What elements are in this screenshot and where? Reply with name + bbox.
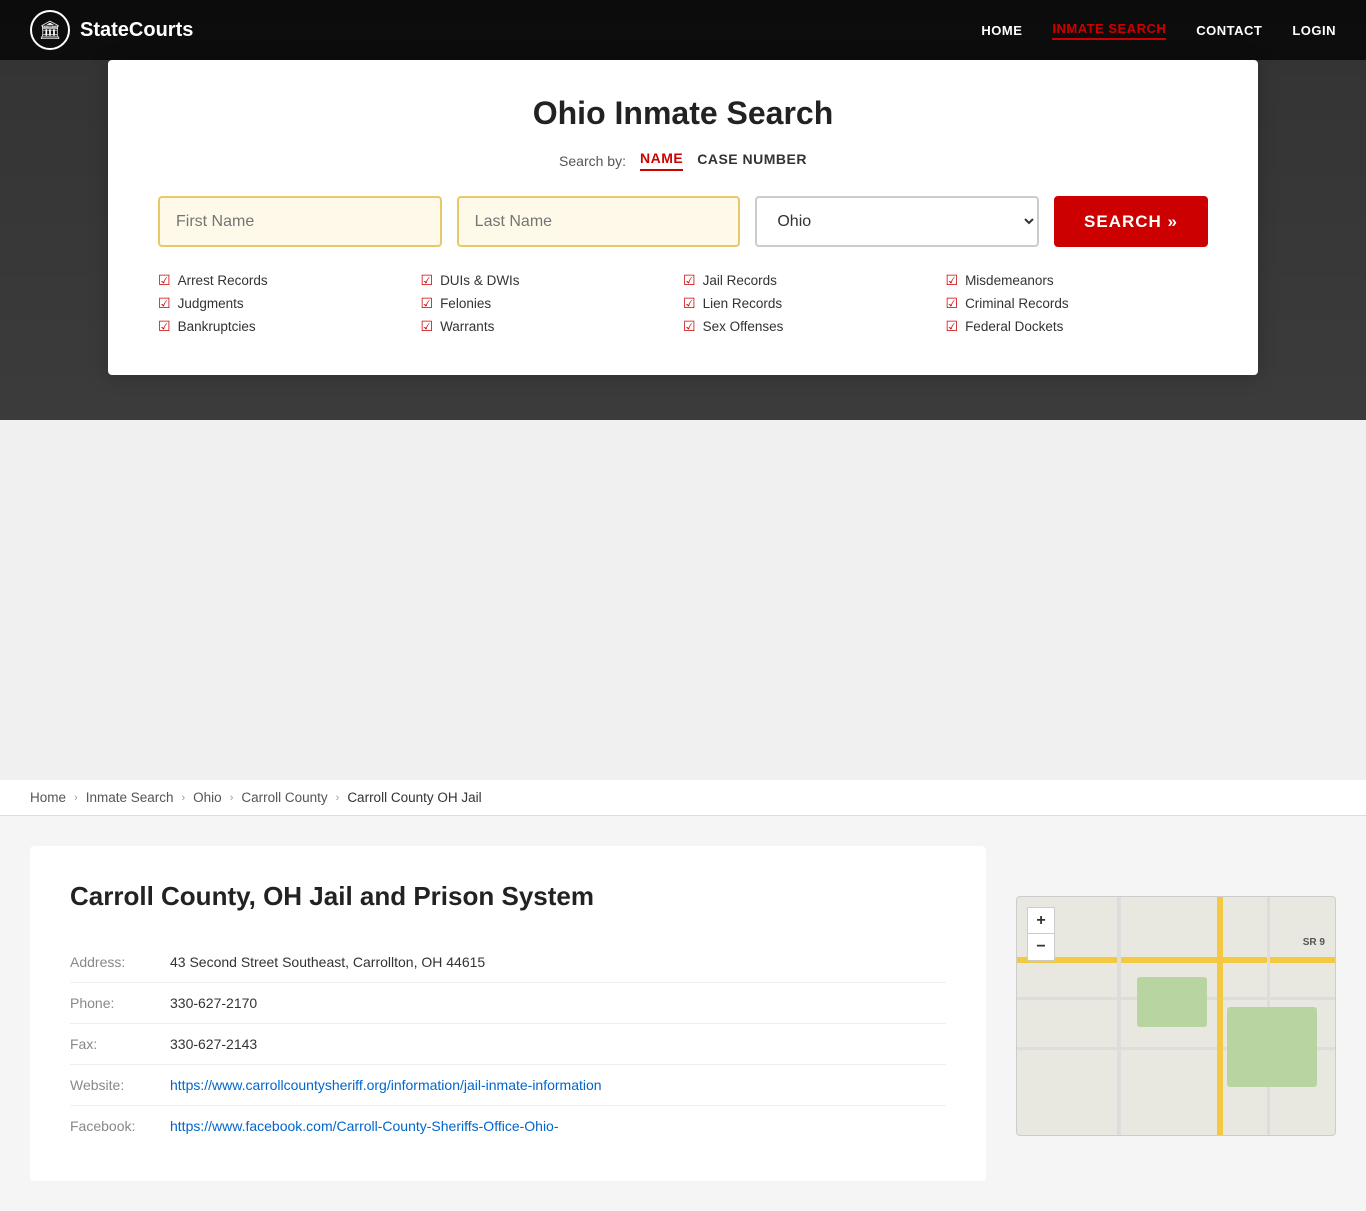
checkbox-label: Lien Records <box>703 296 783 311</box>
table-row: Address: 43 Second Street Southeast, Car… <box>70 942 946 983</box>
search-card: Ohio Inmate Search Search by: NAME CASE … <box>108 60 1258 375</box>
hero-background: COURTHOUSE Ohio Inmate Search Search by:… <box>0 0 1366 420</box>
website-link[interactable]: https://www.carrollcountysheriff.org/inf… <box>170 1077 602 1093</box>
fax-label: Fax: <box>70 1024 170 1065</box>
check-icon: ☑ <box>683 318 696 335</box>
checkbox-federal-dockets: ☑ Federal Dockets <box>946 318 1209 335</box>
state-select[interactable]: Ohio Alabama Alaska Arizona <box>755 196 1039 247</box>
checkbox-label: Jail Records <box>703 273 777 288</box>
zoom-out-button[interactable]: − <box>1028 934 1054 960</box>
search-by-label: Search by: <box>559 153 626 169</box>
breadcrumb-carroll-county[interactable]: Carroll County <box>241 790 327 805</box>
checkbox-sex-offenses: ☑ Sex Offenses <box>683 318 946 335</box>
check-icon: ☑ <box>683 295 696 312</box>
logo[interactable]: 🏛 StateCourts <box>30 10 193 50</box>
sr9-label: SR 9 <box>1303 937 1325 948</box>
content-title: Carroll County, OH Jail and Prison Syste… <box>70 881 946 912</box>
website-value: https://www.carrollcountysheriff.org/inf… <box>170 1065 946 1106</box>
check-icon: ☑ <box>421 318 434 335</box>
checkbox-misdemeanors: ☑ Misdemeanors <box>946 272 1209 289</box>
checkbox-warrants: ☑ Warrants <box>421 318 684 335</box>
checkboxes-grid: ☑ Arrest Records ☑ DUIs & DWIs ☑ Jail Re… <box>158 272 1208 335</box>
map-visual: SR 9 <box>1017 897 1335 1135</box>
facebook-value: https://www.facebook.com/Carroll-County-… <box>170 1106 946 1147</box>
check-icon: ☑ <box>158 318 171 335</box>
first-name-input[interactable] <box>158 196 442 247</box>
checkbox-jail-records: ☑ Jail Records <box>683 272 946 289</box>
zoom-in-button[interactable]: + <box>1028 908 1054 934</box>
logo-icon: 🏛 <box>30 10 70 50</box>
breadcrumb-sep: › <box>336 792 340 804</box>
breadcrumb-sep: › <box>230 792 234 804</box>
checkbox-criminal-records: ☑ Criminal Records <box>946 295 1209 312</box>
table-row: Facebook: https://www.facebook.com/Carro… <box>70 1106 946 1147</box>
phone-value: 330-627-2170 <box>170 983 946 1024</box>
breadcrumb-current: Carroll County OH Jail <box>347 790 481 805</box>
nav-login[interactable]: LOGIN <box>1292 23 1336 38</box>
breadcrumb-inmate-search[interactable]: Inmate Search <box>86 790 174 805</box>
nav-contact[interactable]: CONTACT <box>1196 23 1262 38</box>
checkbox-duis-dwis: ☑ DUIs & DWIs <box>421 272 684 289</box>
address-label: Address: <box>70 942 170 983</box>
content-card: Carroll County, OH Jail and Prison Syste… <box>30 846 986 1181</box>
checkbox-label: Judgments <box>178 296 244 311</box>
check-icon: ☑ <box>421 272 434 289</box>
checkbox-bankruptcies: ☑ Bankruptcies <box>158 318 421 335</box>
checkbox-label: Misdemeanors <box>965 273 1054 288</box>
checkbox-label: Federal Dockets <box>965 319 1063 334</box>
facebook-link[interactable]: https://www.facebook.com/Carroll-County-… <box>170 1118 559 1134</box>
checkbox-label: Sex Offenses <box>703 319 784 334</box>
logo-text: StateCourts <box>80 19 193 42</box>
check-icon: ☑ <box>946 318 959 335</box>
header: 🏛 StateCourts HOME INMATE SEARCH CONTACT… <box>0 0 1366 60</box>
nav-inmate-search[interactable]: INMATE SEARCH <box>1052 21 1166 40</box>
phone-label: Phone: <box>70 983 170 1024</box>
breadcrumb-sep: › <box>181 792 185 804</box>
fax-value: 330-627-2143 <box>170 1024 946 1065</box>
website-label: Website: <box>70 1065 170 1106</box>
check-icon: ☑ <box>421 295 434 312</box>
map-zoom-controls: + − <box>1027 907 1055 961</box>
search-fields: Ohio Alabama Alaska Arizona SEARCH » <box>158 196 1208 247</box>
breadcrumb-ohio[interactable]: Ohio <box>193 790 222 805</box>
checkbox-label: Bankruptcies <box>178 319 256 334</box>
search-title: Ohio Inmate Search <box>158 95 1208 132</box>
checkbox-label: Felonies <box>440 296 491 311</box>
check-icon: ☑ <box>946 272 959 289</box>
facebook-label: Facebook: <box>70 1106 170 1147</box>
nav: HOME INMATE SEARCH CONTACT LOGIN <box>981 21 1336 40</box>
checkbox-label: Warrants <box>440 319 494 334</box>
check-icon: ☑ <box>158 272 171 289</box>
checkbox-label: Criminal Records <box>965 296 1069 311</box>
checkbox-felonies: ☑ Felonies <box>421 295 684 312</box>
search-button[interactable]: SEARCH » <box>1054 196 1208 247</box>
breadcrumb-sep: › <box>74 792 78 804</box>
checkbox-label: DUIs & DWIs <box>440 273 520 288</box>
tab-case-number[interactable]: CASE NUMBER <box>697 151 807 170</box>
info-table: Address: 43 Second Street Southeast, Car… <box>70 942 946 1146</box>
map-container: + − SR 9 <box>1016 896 1336 1136</box>
table-row: Phone: 330-627-2170 <box>70 983 946 1024</box>
check-icon: ☑ <box>683 272 696 289</box>
last-name-input[interactable] <box>457 196 741 247</box>
address-value: 43 Second Street Southeast, Carrollton, … <box>170 942 946 983</box>
breadcrumb: Home › Inmate Search › Ohio › Carroll Co… <box>0 780 1366 816</box>
checkbox-arrest-records: ☑ Arrest Records <box>158 272 421 289</box>
table-row: Website: https://www.carrollcountysherif… <box>70 1065 946 1106</box>
breadcrumb-home[interactable]: Home <box>30 790 66 805</box>
check-icon: ☑ <box>158 295 171 312</box>
main-content: Carroll County, OH Jail and Prison Syste… <box>0 816 1366 1211</box>
checkbox-lien-records: ☑ Lien Records <box>683 295 946 312</box>
search-by-row: Search by: NAME CASE NUMBER <box>158 150 1208 171</box>
check-icon: ☑ <box>946 295 959 312</box>
nav-home[interactable]: HOME <box>981 23 1022 38</box>
tab-name[interactable]: NAME <box>640 150 683 171</box>
checkbox-label: Arrest Records <box>178 273 268 288</box>
table-row: Fax: 330-627-2143 <box>70 1024 946 1065</box>
checkbox-judgments: ☑ Judgments <box>158 295 421 312</box>
